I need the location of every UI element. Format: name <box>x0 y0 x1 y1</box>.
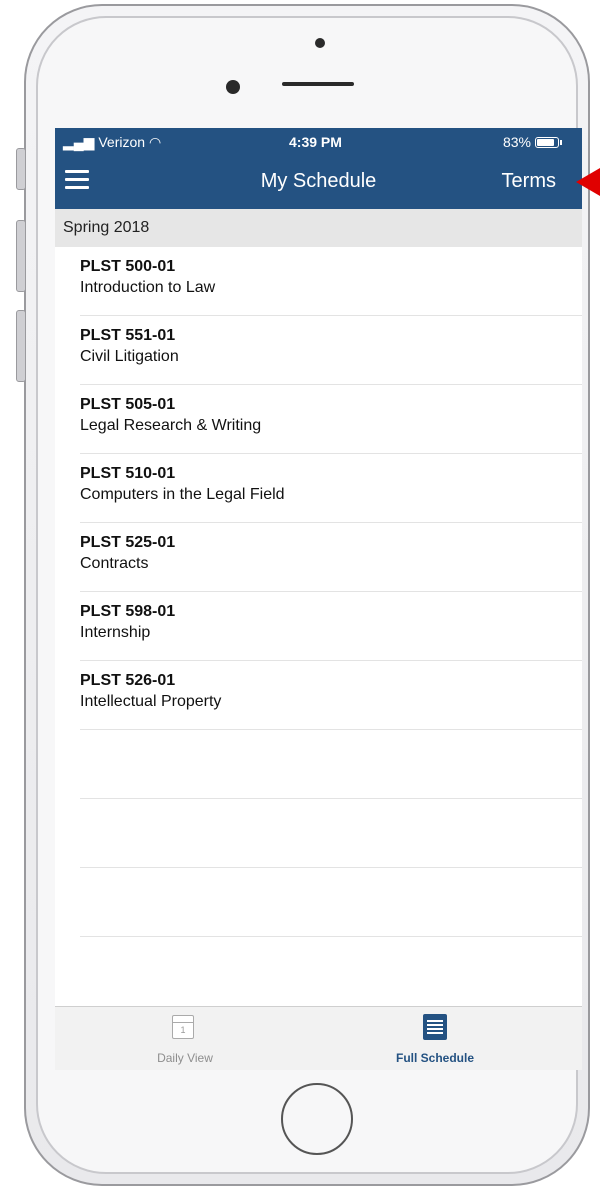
tab-bar: 1 Daily View Full Schedule <box>55 1006 582 1070</box>
signal-icon: ▂▄▆ <box>63 134 95 150</box>
app-screen: ▂▄▆ Verizon ◠ 4:39 PM 83% My Schedule Te… <box>55 128 582 1070</box>
battery-tip <box>560 139 562 145</box>
course-row[interactable]: PLST 598-01 Internship <box>80 592 582 661</box>
empty-row <box>80 730 582 799</box>
home-button[interactable] <box>281 1083 353 1155</box>
course-row[interactable]: PLST 510-01 Computers in the Legal Field <box>80 454 582 523</box>
term-section-header: Spring 2018 <box>55 209 582 247</box>
tab-label-full: Full Schedule <box>395 1051 474 1065</box>
carrier-status: ▂▄▆ Verizon ◠ <box>63 134 161 151</box>
empty-row <box>80 799 582 868</box>
tab-daily-view[interactable]: 1 Daily View <box>65 1007 305 1070</box>
course-name: Intellectual Property <box>80 693 222 710</box>
front-camera <box>226 80 240 94</box>
course-row[interactable]: PLST 526-01 Intellectual Property <box>80 661 582 730</box>
tab-full-schedule[interactable]: Full Schedule <box>315 1007 555 1070</box>
tab-label-daily: Daily View <box>157 1051 213 1065</box>
battery-percent: 83% <box>502 134 531 150</box>
empty-row <box>80 868 582 937</box>
course-row[interactable]: PLST 525-01 Contracts <box>80 523 582 592</box>
course-row[interactable]: PLST 505-01 Legal Research & Writing <box>80 385 582 454</box>
volume-down-button <box>16 310 26 382</box>
calendar-day-number: 1 <box>180 1025 186 1035</box>
course-name: Internship <box>80 624 151 641</box>
course-name: Civil Litigation <box>80 348 179 365</box>
battery-icon <box>535 136 559 148</box>
course-code: PLST 500-01 <box>80 258 176 275</box>
status-bar: ▂▄▆ Verizon ◠ 4:39 PM 83% <box>55 128 582 156</box>
course-row[interactable]: PLST 551-01 Civil Litigation <box>80 316 582 385</box>
calendar-icon: 1 <box>172 1015 194 1039</box>
mute-switch <box>16 148 26 190</box>
nav-bar: My Schedule Terms <box>55 156 582 209</box>
course-code: PLST 526-01 <box>80 672 176 689</box>
course-list: PLST 500-01 Introduction to Law PLST 551… <box>55 247 582 937</box>
volume-up-button <box>16 220 26 292</box>
course-code: PLST 551-01 <box>80 327 176 344</box>
course-name: Computers in the Legal Field <box>80 486 285 503</box>
wifi-icon: ◠ <box>148 134 162 150</box>
carrier-name: Verizon <box>98 134 146 150</box>
battery-status: 83% <box>503 134 562 150</box>
course-name: Introduction to Law <box>80 279 216 296</box>
course-code: PLST 510-01 <box>80 465 176 482</box>
earpiece-speaker <box>282 82 354 86</box>
course-name: Contracts <box>80 555 149 572</box>
status-time: 4:39 PM <box>289 134 342 150</box>
course-code: PLST 505-01 <box>80 396 176 413</box>
terms-button[interactable]: Terms <box>502 170 556 193</box>
course-name: Legal Research & Writing <box>80 417 262 434</box>
course-row[interactable]: PLST 500-01 Introduction to Law <box>80 247 582 316</box>
course-code: PLST 598-01 <box>80 603 176 620</box>
sensor-dot <box>315 38 325 48</box>
course-code: PLST 525-01 <box>80 534 176 551</box>
list-grid-icon <box>423 1014 447 1040</box>
pointer-arrow-icon <box>576 168 600 196</box>
